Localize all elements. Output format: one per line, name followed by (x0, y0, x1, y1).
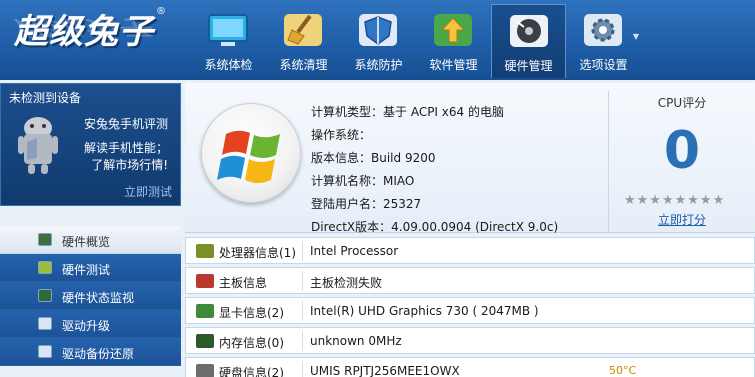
graphics-card-icon (196, 304, 214, 318)
sidebar-item-driver-backup[interactable]: 驱动备份还原 (0, 338, 181, 366)
top-toolbar: 超级兔子 超级兔子 ® 系统体检 系统清理 系统防护 软件管理 硬件管理 选项设… (0, 0, 755, 80)
device-row-cpu[interactable]: 处理器信息(1) Intel Processor (185, 237, 755, 264)
system-info-list: 计算机类型：基于 ACPI x64 的电脑 操作系统： 版本信息：Build 9… (311, 103, 558, 241)
operating-system: 操作系统： (311, 128, 372, 142)
tab-options[interactable]: 选项设置 ▼ (566, 4, 641, 78)
tab-system-checkup[interactable]: 系统体检 (191, 4, 266, 78)
sidebar-nav: 硬件概览 硬件测试 硬件状态监视 驱动升级 驱动备份还原 (0, 226, 181, 366)
tab-label: 系统防护 (354, 58, 403, 72)
broom-icon (284, 14, 322, 46)
hardware-overview-panel: 计算机类型：基于 ACPI x64 的电脑 操作系统： 版本信息：Build 9… (185, 83, 755, 377)
cpu-score-panel: CPU评分 0 ★★★★★★★★ 立即打分 (608, 91, 755, 233)
disk-temperature: 50°C (609, 364, 637, 377)
sidebar-item-status-monitor[interactable]: 硬件状态监视 (0, 282, 181, 310)
tab-label: 软件管理 (429, 58, 478, 72)
device-status-label: 未检测到设备 (9, 91, 82, 105)
device-label: 处理器信息(1) (219, 246, 296, 260)
device-list: 处理器信息(1) Intel Processor 主板信息 主板检测失败 显卡信… (185, 237, 755, 377)
tab-system-protect[interactable]: 系统防护 (341, 4, 416, 78)
tab-label: 选项设置 (579, 58, 628, 72)
device-label: 硬盘信息(2) (219, 366, 284, 377)
tab-label: 系统清理 (279, 58, 328, 72)
device-value: Intel(R) UHD Graphics 730 ( 2047MB ) (310, 304, 539, 318)
computer-type: 计算机类型：基于 ACPI x64 的电脑 (311, 105, 504, 119)
device-value: unknown 0MHz (310, 334, 402, 348)
sidebar-item-driver-upgrade[interactable]: 驱动升级 (0, 310, 181, 338)
monitor-icon (208, 14, 248, 46)
device-label: 显卡信息(2) (219, 306, 284, 320)
device-value: UMIS RPJTJ256MEE1OWX (310, 364, 460, 377)
tab-hardware-manage[interactable]: 硬件管理 (491, 4, 566, 78)
android-robot-icon (18, 117, 58, 174)
main-tabs: 系统体检 系统清理 系统防护 软件管理 硬件管理 选项设置 ▼ (191, 0, 641, 80)
cpu-score-value: 0 (663, 121, 701, 181)
sidebar-item-label: 硬件测试 (62, 263, 111, 277)
memory-icon (196, 334, 214, 348)
harddisk-icon (196, 364, 214, 377)
rate-now-link[interactable]: 立即打分 (609, 211, 755, 228)
motherboard-icon (196, 274, 214, 288)
driver-upgrade-icon (38, 317, 52, 330)
device-row-harddisk[interactable]: 硬盘信息(2) UMIS RPJTJ256MEE1OWX 50°C (185, 357, 755, 377)
device-label: 主板信息 (219, 276, 268, 290)
cpu-score-title: CPU评分 (657, 96, 707, 110)
driver-backup-icon (38, 345, 52, 358)
monitor-small-icon (38, 233, 52, 246)
sidebar-item-label: 驱动备份还原 (62, 347, 135, 361)
app-logo: 超级兔子 超级兔子 ® (14, 4, 174, 76)
star-rating: ★★★★★★★★ (624, 193, 726, 208)
version-info: 版本信息：Build 9200 (311, 151, 436, 165)
sidebar-item-hardware-test[interactable]: 硬件测试 (0, 254, 181, 282)
tab-software-manage[interactable]: 软件管理 (416, 4, 491, 78)
ad-line: 解读手机性能； (83, 141, 168, 155)
ad-line: 安兔兔手机评测 (83, 117, 168, 131)
computer-name: 计算机名称：MIAO (311, 174, 415, 188)
device-label: 内存信息(0) (219, 336, 284, 350)
system-info-card: 计算机类型：基于 ACPI x64 的电脑 操作系统： 版本信息：Build 9… (185, 83, 755, 234)
login-user: 登陆用户名：25327 (311, 197, 422, 211)
software-box-icon (434, 14, 472, 46)
chip-test-icon (38, 261, 52, 274)
logo-reflection: 超级兔子 (14, 15, 150, 40)
shield-icon (359, 14, 397, 46)
tab-system-clean[interactable]: 系统清理 (266, 4, 341, 78)
ad-line: 了解市场行情! (91, 158, 168, 172)
device-value: Intel Processor (310, 244, 399, 258)
status-monitor-icon (38, 289, 52, 302)
cpu-chip-icon (196, 244, 214, 258)
antutu-ad-panel: 未检测到设备 安兔兔手机评测 解读手机性能； 了解市场行情! 立即测试 (0, 83, 181, 206)
windows-logo-icon (201, 103, 301, 203)
device-row-motherboard[interactable]: 主板信息 主板检测失败 (185, 267, 755, 294)
device-row-graphics[interactable]: 显卡信息(2) Intel(R) UHD Graphics 730 ( 2047… (185, 297, 755, 324)
device-value: 主板检测失败 (310, 276, 383, 290)
chevron-down-icon[interactable]: ▼ (633, 32, 639, 41)
sidebar-item-label: 硬件概览 (62, 235, 111, 249)
sidebar-item-label: 硬件状态监视 (62, 291, 135, 305)
registered-mark: ® (156, 6, 166, 17)
gear-icon (584, 14, 622, 46)
tab-label: 硬件管理 (504, 59, 553, 73)
test-now-link[interactable]: 立即测试 (124, 183, 172, 200)
hardware-disc-icon (510, 15, 548, 47)
sidebar-item-label: 驱动升级 (62, 319, 111, 333)
device-row-memory[interactable]: 内存信息(0) unknown 0MHz (185, 327, 755, 354)
sidebar-item-hardware-overview[interactable]: 硬件概览 (0, 226, 181, 254)
tab-label: 系统体检 (204, 58, 253, 72)
